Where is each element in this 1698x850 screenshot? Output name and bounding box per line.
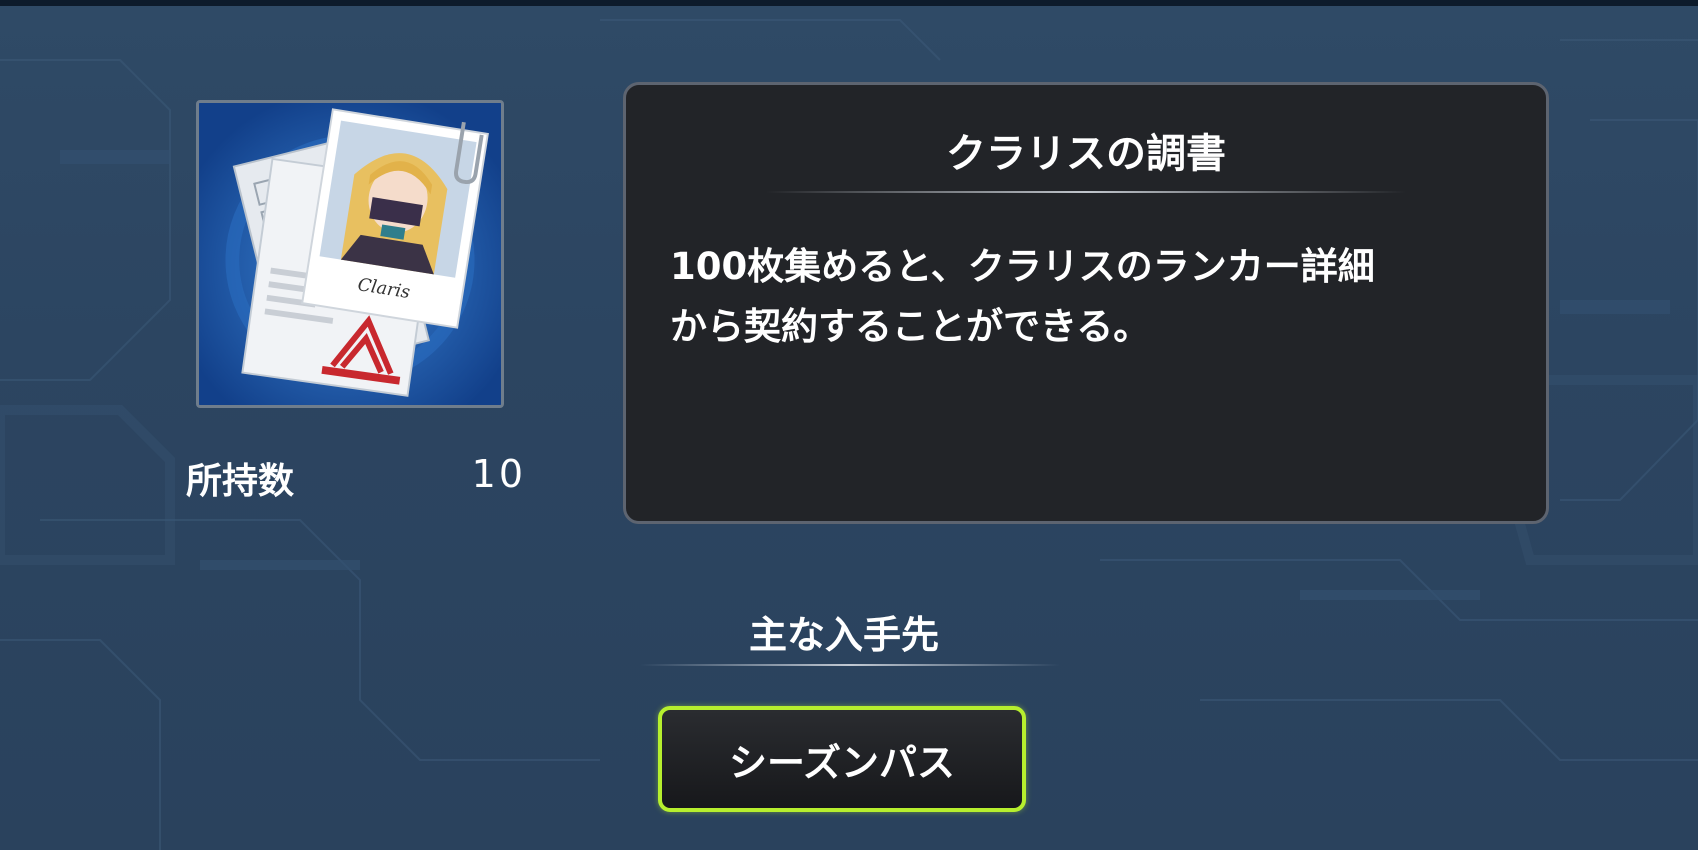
item-name-title: クラリスの調書	[946, 131, 1226, 177]
owned-count-row: 所持数 10	[186, 448, 526, 502]
owned-count: 10	[471, 452, 526, 496]
item-icon-frame: Claris	[196, 100, 504, 408]
acquisition-divider	[640, 664, 1060, 666]
acquisition-heading: 主な入手先	[748, 613, 939, 657]
title-divider	[766, 191, 1406, 193]
season-pass-button[interactable]: シーズンパス	[658, 706, 1026, 812]
claris-dossier-icon: Claris	[199, 103, 501, 405]
item-description-panel: クラリスの調書 100枚集めると、クラリスのランカー詳細 から契約することができ…	[623, 82, 1549, 524]
owned-label: 所持数	[186, 461, 295, 502]
item-description-text: 100枚集めると、クラリスのランカー詳細 から契約することができる。	[670, 245, 1375, 348]
